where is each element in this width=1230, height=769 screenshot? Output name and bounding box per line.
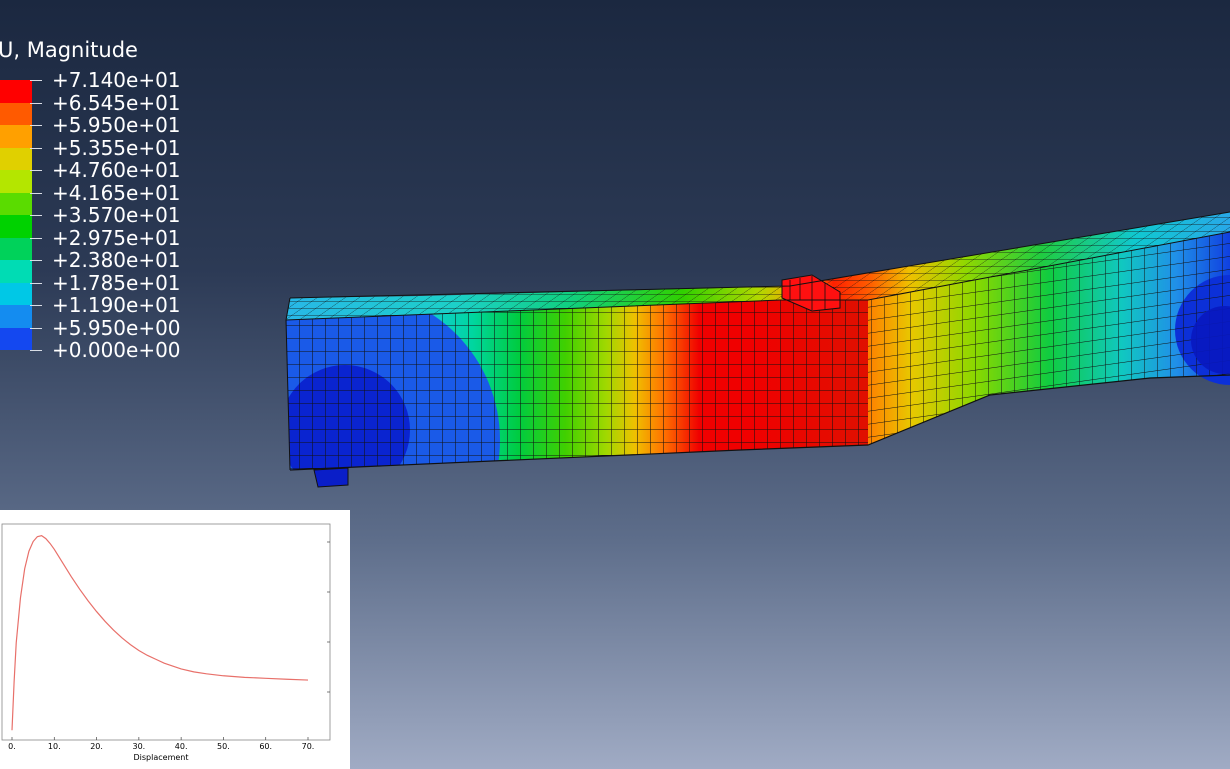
plot-ticks: 0. 10. 20. 30. 40. 50. 60. 70. (8, 541, 330, 751)
x-tick-label: 30. (132, 742, 145, 751)
legend-swatch (0, 192, 32, 215)
legend-swatch (0, 125, 32, 148)
viewport[interactable]: U, Magnitude +7.140e+01 +6.545e+01 +5.950e… (0, 0, 1230, 769)
legend-tick (30, 215, 42, 216)
legend-label: +7.140e+01 (52, 68, 181, 92)
legend-swatch (0, 327, 32, 350)
legend-swatch (0, 260, 32, 283)
legend-swatch (0, 282, 32, 305)
legend-tick (30, 170, 42, 171)
legend-label: +6.545e+01 (52, 90, 181, 115)
x-tick-label: 50. (217, 742, 230, 751)
x-tick-label: 10. (48, 742, 61, 751)
left-support (313, 467, 349, 488)
x-axis-title: Displacement (134, 753, 189, 762)
legend-label: +5.950e+01 (52, 113, 181, 137)
legend-label: +0.000e+00 (52, 338, 181, 362)
legend-label: +4.165e+01 (52, 180, 181, 205)
legend-label: +1.190e+01 (52, 293, 181, 317)
legend-label: +1.785e+01 (52, 270, 181, 295)
xy-plot: 0. 10. 20. 30. 40. 50. 60. 70. Displacement (1, 523, 331, 762)
legend-tick (30, 260, 42, 261)
legend-tick (30, 125, 42, 126)
legend-swatch (0, 147, 32, 170)
legend-label: +5.950e+00 (52, 315, 181, 340)
legend-label: +3.570e+01 (52, 203, 181, 227)
legend-tick (30, 147, 42, 149)
legend-title: U, Magnitude (0, 38, 138, 62)
legend-swatch (0, 237, 32, 260)
legend-tick (30, 80, 42, 81)
contour-legend: U, Magnitude +7.140e+01 +6.545e+01 +5.950e… (0, 38, 260, 368)
legend-color-bar (0, 80, 32, 350)
legend-tick (30, 327, 42, 329)
legend-tick (30, 350, 42, 351)
force-displacement-line (11, 535, 309, 731)
legend-label: +4.760e+01 (52, 158, 181, 182)
legend-label: +2.975e+01 (52, 225, 181, 250)
legend-tick (30, 282, 42, 284)
plot-series (11, 535, 309, 731)
legend-tick (30, 102, 42, 104)
legend-swatch (0, 80, 32, 103)
legend-tick (30, 237, 42, 239)
x-tick-label: 20. (90, 742, 103, 751)
x-tick-label: 0. (8, 742, 16, 751)
plot-border (1, 523, 331, 741)
x-tick-label: 40. (175, 742, 188, 751)
plot-frame (1, 523, 331, 741)
legend-tick (30, 192, 42, 194)
x-tick-label: 60. (259, 742, 272, 751)
xy-plot-panel[interactable]: 0. 10. 20. 30. 40. 50. 60. 70. Displacement (0, 510, 350, 769)
legend-swatch (0, 102, 32, 125)
legend-swatch (0, 305, 32, 328)
x-tick-label: 70. (302, 742, 315, 751)
legend-label: +5.355e+01 (52, 135, 181, 160)
legend-swatch (0, 170, 32, 193)
legend-tick (30, 305, 42, 306)
legend-swatch (0, 215, 32, 238)
legend-label: +2.380e+01 (52, 248, 181, 272)
